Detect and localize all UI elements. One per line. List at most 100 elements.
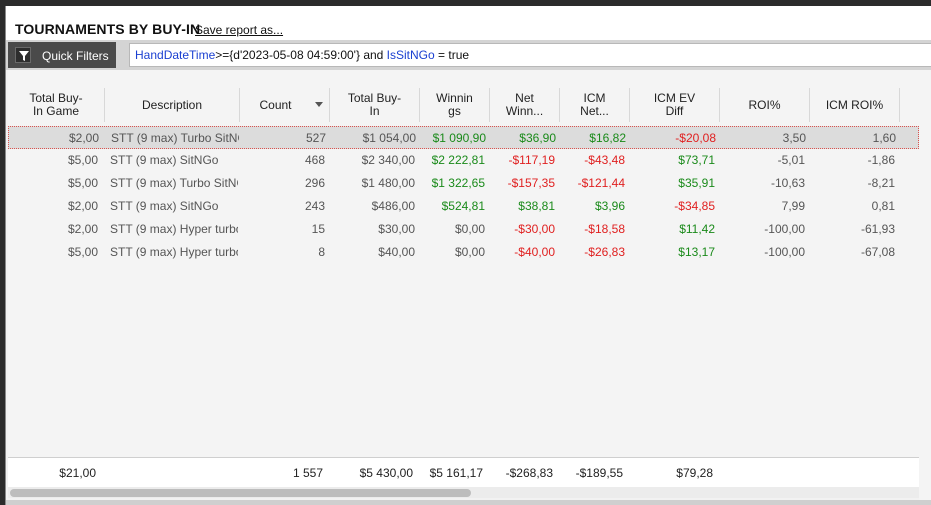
column-header-icm-roi[interactable]: ICM ROI% bbox=[810, 88, 900, 122]
cell-winnings: $0,00 bbox=[454, 245, 485, 259]
cell-icm-ev-diff: $13,17 bbox=[678, 245, 715, 259]
column-header-winnings[interactable]: Winnin gs bbox=[420, 88, 490, 122]
total-icm-net: -$189,55 bbox=[575, 466, 623, 480]
filter-field-issitngo: IsSitNGo bbox=[386, 48, 435, 62]
cell-net-winnings: -$30,00 bbox=[514, 222, 555, 236]
cell-icm-ev-diff: $73,71 bbox=[678, 153, 715, 167]
filter-field-handdatetime: HandDateTime bbox=[135, 48, 216, 62]
results-grid: Total Buy- In Game Description Count Tota… bbox=[8, 70, 919, 460]
cell-total-buyin-game: $5,00 bbox=[67, 176, 98, 190]
cell-icm-roi: -1,86 bbox=[867, 153, 895, 167]
cell-count: 15 bbox=[311, 222, 325, 236]
cell-roi: -10,63 bbox=[770, 176, 805, 190]
column-header-net-winnings[interactable]: Net Winn... bbox=[490, 88, 560, 122]
filter-expression-value: = true bbox=[434, 48, 470, 62]
cell-icm-net: $3,96 bbox=[594, 199, 625, 213]
table-row[interactable]: $2,00 STT (9 max) SitNGo 243 $486,00 $52… bbox=[8, 195, 919, 218]
cell-winnings: $1 322,65 bbox=[431, 176, 485, 190]
report-title: TOURNAMENTS BY BUY-IN bbox=[15, 21, 201, 37]
sort-descending-icon bbox=[315, 102, 323, 107]
cell-total-buyin: $2 340,00 bbox=[361, 153, 415, 167]
cell-winnings: $524,81 bbox=[441, 199, 485, 213]
cell-net-winnings: -$117,19 bbox=[508, 153, 555, 167]
cell-count: 243 bbox=[304, 199, 325, 213]
cell-icm-net: $16,82 bbox=[589, 131, 626, 145]
cell-description: STT (9 max) SitNGo bbox=[110, 199, 219, 213]
cell-icm-ev-diff: -$34,85 bbox=[674, 199, 715, 213]
cell-total-buyin: $40,00 bbox=[378, 245, 415, 259]
cell-count: 468 bbox=[304, 153, 325, 167]
cell-count: 527 bbox=[305, 131, 326, 145]
column-header-description[interactable]: Description bbox=[105, 88, 240, 122]
total-winnings: $5 161,17 bbox=[429, 466, 483, 480]
cell-total-buyin: $1 480,00 bbox=[361, 176, 415, 190]
cell-net-winnings: -$157,35 bbox=[507, 176, 555, 190]
cell-winnings: $1 090,90 bbox=[432, 131, 486, 145]
cell-total-buyin-game: $5,00 bbox=[67, 245, 98, 259]
cell-total-buyin: $1 054,00 bbox=[362, 131, 416, 145]
table-row[interactable]: $2,00 STT (9 max) Hyper turbo 15 $30,00 … bbox=[8, 218, 919, 241]
quick-filters-label: Quick Filters bbox=[42, 49, 109, 63]
horizontal-scrollbar[interactable] bbox=[8, 487, 919, 498]
cell-net-winnings: $38,81 bbox=[518, 199, 555, 213]
column-header-icm-net[interactable]: ICM Net... bbox=[560, 88, 630, 122]
cell-count: 296 bbox=[304, 176, 325, 190]
report-header: TOURNAMENTS BY BUY-IN Save report as... bbox=[6, 6, 931, 40]
table-row[interactable]: $5,00 STT (9 max) Hyper turbo 8 $40,00 $… bbox=[8, 241, 919, 264]
cell-icm-ev-diff: $35,91 bbox=[678, 176, 715, 190]
cell-total-buyin-game: $2,00 bbox=[67, 199, 98, 213]
cell-description: STT (9 max) SitNGo bbox=[110, 153, 219, 167]
total-count: 1 557 bbox=[292, 466, 323, 480]
report-panel: TOURNAMENTS BY BUY-IN Save report as... … bbox=[5, 6, 931, 505]
cell-icm-roi: -8,21 bbox=[867, 176, 895, 190]
vertical-scrollbar[interactable] bbox=[919, 70, 931, 505]
cell-icm-net: -$26,83 bbox=[584, 245, 625, 259]
table-row[interactable]: $5,00 STT (9 max) SitNGo 468 $2 340,00 $… bbox=[8, 149, 919, 172]
total-buyin-game: $21,00 bbox=[59, 466, 96, 480]
cell-total-buyin: $30,00 bbox=[378, 222, 415, 236]
totals-row: $21,00 1 557 $5 430,00 $5 161,17 -$268,8… bbox=[8, 457, 919, 487]
cell-description: STT (9 max) Turbo SitNGo bbox=[111, 131, 239, 145]
column-header-total-buyin[interactable]: Total Buy- In bbox=[330, 88, 420, 122]
filter-bar: Quick Filters HandDateTime>={d'2023-05-0… bbox=[6, 40, 931, 70]
cell-total-buyin-game: $2,00 bbox=[67, 222, 98, 236]
cell-description: STT (9 max) Turbo SitNGo bbox=[110, 176, 238, 190]
cell-description: STT (9 max) Hyper turbo bbox=[110, 222, 238, 236]
total-net-winnings: -$268,83 bbox=[505, 466, 553, 480]
filter-expression-text: >={d'2023-05-08 04:59:00'} and bbox=[215, 48, 387, 62]
horizontal-scrollbar-thumb[interactable] bbox=[10, 489, 471, 497]
cell-count: 8 bbox=[318, 245, 325, 259]
bottom-border bbox=[6, 500, 931, 505]
cell-net-winnings: $36,90 bbox=[519, 131, 556, 145]
cell-icm-roi: -61,93 bbox=[860, 222, 895, 236]
quick-filters-button[interactable]: Quick Filters bbox=[8, 42, 116, 68]
cell-winnings: $2 222,81 bbox=[431, 153, 485, 167]
table-row[interactable]: $5,00 STT (9 max) Turbo SitNGo 296 $1 48… bbox=[8, 172, 919, 195]
cell-icm-net: -$18,58 bbox=[584, 222, 625, 236]
cell-icm-ev-diff: $11,42 bbox=[679, 222, 715, 236]
cell-icm-net: -$121,44 bbox=[577, 176, 625, 190]
cell-roi: -100,00 bbox=[764, 222, 805, 236]
table-row[interactable]: $2,00 STT (9 max) Turbo SitNGo 527 $1 05… bbox=[8, 126, 919, 149]
cell-roi: 3,50 bbox=[782, 131, 806, 145]
cell-winnings: $0,00 bbox=[454, 222, 485, 236]
cell-icm-roi: -67,08 bbox=[860, 245, 895, 259]
cell-roi: -100,00 bbox=[764, 245, 805, 259]
cell-total-buyin-game: $5,00 bbox=[67, 153, 98, 167]
cell-total-buyin: $486,00 bbox=[371, 199, 415, 213]
cell-icm-roi: 0,81 bbox=[871, 199, 895, 213]
column-header-count[interactable]: Count bbox=[240, 88, 330, 122]
funnel-icon bbox=[15, 47, 31, 63]
cell-roi: -5,01 bbox=[777, 153, 805, 167]
cell-icm-roi: 1,60 bbox=[872, 131, 896, 145]
cell-description: STT (9 max) Hyper turbo bbox=[110, 245, 238, 259]
column-header-roi[interactable]: ROI% bbox=[720, 88, 810, 122]
save-report-link[interactable]: Save report as... bbox=[195, 23, 283, 37]
total-icm-ev-diff: $79,28 bbox=[676, 466, 713, 480]
cell-total-buyin-game: $2,00 bbox=[68, 131, 99, 145]
column-header-icm-ev-diff[interactable]: ICM EV Diff bbox=[630, 88, 720, 122]
filter-expression-input[interactable]: HandDateTime>={d'2023-05-08 04:59:00'} a… bbox=[129, 43, 931, 67]
cell-icm-ev-diff: -$20,08 bbox=[675, 131, 716, 145]
column-header-total-buyin-game[interactable]: Total Buy- In Game bbox=[8, 88, 105, 122]
cell-icm-net: -$43,48 bbox=[584, 153, 625, 167]
